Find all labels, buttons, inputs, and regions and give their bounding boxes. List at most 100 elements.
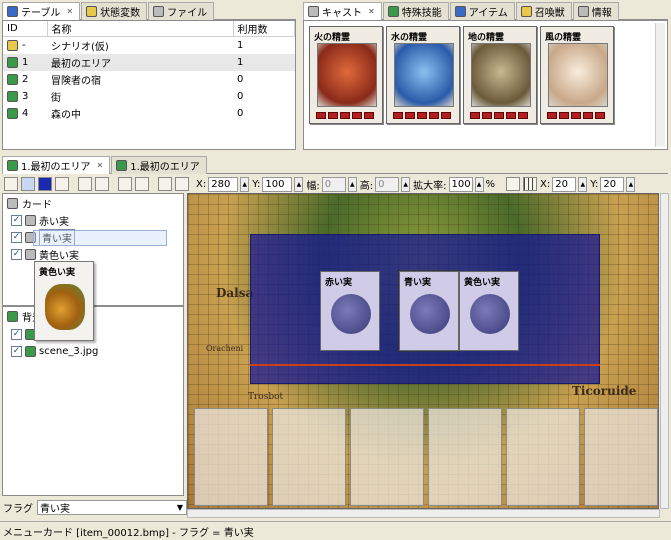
list-item[interactable]: ✓ 赤い実 [11, 213, 69, 228]
table-icon [7, 6, 18, 17]
visibility-checkbox[interactable]: ✓ [11, 346, 22, 357]
top-right-tabbar: キャスト ✕ 特殊技能 アイテム 召喚獣 情報 [303, 2, 668, 20]
close-icon[interactable]: ✕ [97, 161, 104, 170]
y-input[interactable]: 100 [262, 176, 293, 192]
height-input[interactable]: 0 [375, 176, 400, 192]
grid-x-input[interactable]: 20 [552, 176, 577, 192]
grid-icon[interactable] [523, 177, 538, 191]
area-icon [116, 160, 128, 171]
tab-area-editor[interactable]: 1.最初のエリア ✕ [2, 156, 111, 174]
scene-card[interactable]: 黄色い実 [459, 271, 519, 351]
status-text: メニューカード [item_00012.bmp] - フラグ = 青い実 [3, 527, 254, 539]
card-title: 地の精霊 [468, 33, 505, 43]
y-position-field: Y: 100 ▲ [252, 176, 304, 192]
player-card-slot[interactable] [272, 408, 346, 506]
card-status-bar [393, 112, 451, 119]
refresh-button[interactable] [4, 177, 18, 191]
table-row[interactable]: 3 街 0 [3, 88, 295, 105]
tab-info[interactable]: 情報 [572, 2, 619, 20]
map-label: Ticoruide [572, 384, 637, 398]
zoom-spinner[interactable]: ▲ [474, 176, 484, 192]
card-view-button[interactable] [78, 177, 92, 191]
cast-card[interactable]: 火の精霊 [309, 26, 383, 124]
scene-card[interactable]: 赤い実 [320, 271, 380, 351]
tab-skills[interactable]: 特殊技能 [382, 2, 449, 20]
map-label: Oracheni [206, 344, 244, 353]
tab-state-variables[interactable]: 状態変数 [81, 2, 148, 20]
area-icon [7, 107, 18, 119]
player-card-slot[interactable] [584, 408, 658, 506]
zoom-field: 拡大率: 100 ▲ % [413, 176, 495, 192]
close-icon[interactable]: ✕ [368, 7, 375, 16]
card-mode-button[interactable] [21, 177, 35, 191]
player-card-slot[interactable] [428, 408, 502, 506]
list-item[interactable]: ✓ scene_3.jpg [11, 344, 98, 359]
y-label: Y: [252, 178, 261, 190]
card-title: 火の精霊 [314, 33, 351, 43]
grid-y-input[interactable]: 20 [600, 176, 625, 192]
column-header-id[interactable]: ID [3, 21, 48, 37]
player-card-slot[interactable] [350, 408, 424, 506]
x-input[interactable]: 280 [208, 176, 239, 192]
canvas-horizontal-scrollbar[interactable] [187, 509, 660, 518]
scene-card-selected[interactable]: 青い実 [398, 270, 460, 352]
tab-area-editor-2[interactable]: 1.最初のエリア [111, 156, 207, 174]
table-row[interactable]: 4 森の中 0 [3, 105, 295, 122]
grid-x-spinner[interactable]: ▲ [578, 176, 588, 192]
cast-card[interactable]: 風の精霊 [540, 26, 614, 124]
color-button[interactable] [38, 177, 52, 191]
blue-fruit-image [410, 294, 450, 334]
flag-dropdown[interactable]: 青い実 ▼ [37, 500, 187, 515]
height-spinner[interactable]: ▲ [401, 176, 411, 192]
dragged-card-preview[interactable]: 黄色い実 [34, 261, 94, 341]
flag-label: フラグ [3, 504, 33, 515]
tab-summons[interactable]: 召喚獣 [515, 2, 572, 20]
grid-snap-button[interactable] [135, 177, 149, 191]
new-area-button[interactable] [175, 177, 189, 191]
table-row[interactable]: - シナリオ(仮) 1 [3, 37, 295, 54]
row-count: 0 [237, 90, 244, 102]
new-card-button[interactable] [158, 177, 172, 191]
file-icon [153, 6, 165, 17]
card-icon [25, 249, 36, 260]
list-item[interactable]: ✓ 黄色い実 [11, 247, 79, 262]
tab-cast[interactable]: キャスト ✕ [303, 2, 382, 20]
column-header-count[interactable]: 利用数 [233, 21, 295, 37]
editor-tabbar: 1.最初のエリア ✕ 1.最初のエリア [2, 156, 668, 174]
cast-card[interactable]: 水の精霊 [386, 26, 460, 124]
player-card-slot[interactable] [194, 408, 268, 506]
column-header-name[interactable]: 名称 [47, 21, 234, 37]
width-spinner[interactable]: ▲ [347, 176, 357, 192]
visibility-checkbox[interactable]: ✓ [11, 232, 22, 243]
card-icon [7, 198, 18, 209]
grid-y-spinner[interactable]: ▲ [626, 176, 636, 192]
align-button[interactable] [118, 177, 132, 191]
grid-toggle-button[interactable] [506, 177, 521, 191]
tab-files[interactable]: ファイル [148, 2, 215, 20]
zoom-input[interactable]: 100 [448, 176, 473, 192]
row-id: 3 [22, 90, 29, 102]
area-icon [7, 56, 18, 68]
row-name: シナリオ(仮) [51, 41, 109, 53]
canvas-vertical-scrollbar[interactable] [660, 193, 669, 509]
tab-table[interactable]: テーブル ✕ [2, 2, 81, 20]
area-icon [7, 90, 18, 102]
card-edit-button[interactable] [95, 177, 109, 191]
visibility-checkbox[interactable]: ✓ [11, 215, 22, 226]
table-row[interactable]: 2 冒険者の宿 0 [3, 71, 295, 88]
tab-items[interactable]: アイテム [449, 2, 515, 20]
visibility-checkbox[interactable]: ✓ [11, 329, 22, 340]
y-spinner[interactable]: ▲ [294, 176, 304, 192]
table-row[interactable]: 1 最初のエリア 1 [3, 53, 295, 71]
row-id: - [22, 39, 26, 51]
area-canvas[interactable]: Dalsa Ticoruide Trosbot Oracheni 赤い実 青い実… [187, 193, 659, 509]
cast-card[interactable]: 地の精霊 [463, 26, 537, 124]
x-spinner[interactable]: ▲ [240, 176, 250, 192]
layer-button[interactable] [55, 177, 69, 191]
row-id: 2 [22, 73, 29, 85]
width-input[interactable]: 0 [321, 176, 346, 192]
close-icon[interactable]: ✕ [66, 7, 73, 16]
visibility-checkbox[interactable]: ✓ [11, 249, 22, 260]
player-card-slot[interactable] [506, 408, 580, 506]
vertical-scrollbar[interactable] [655, 23, 665, 147]
